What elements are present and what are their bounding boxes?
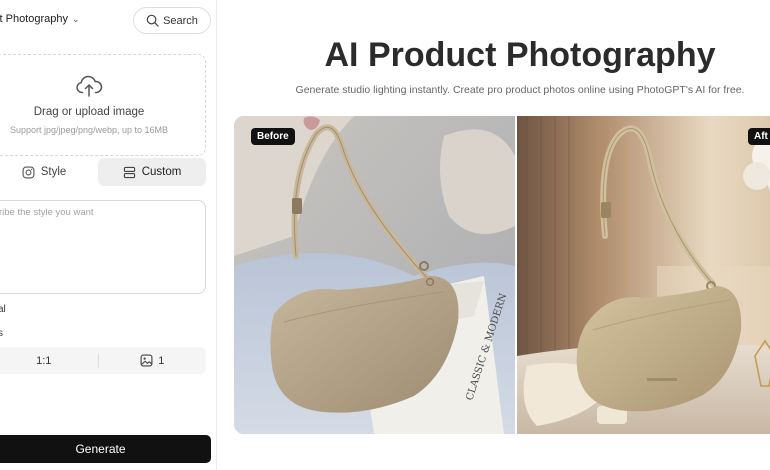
section-label-a: al	[0, 304, 6, 315]
upload-title: Drag or upload image	[33, 106, 145, 118]
tab-custom-label: Custom	[141, 166, 182, 178]
instagram-icon	[22, 166, 35, 178]
style-prompt-input[interactable]: ribe the style you want	[0, 200, 206, 294]
before-after-comparison[interactable]: CLASSIC & MODERN Before Aft	[234, 116, 770, 434]
cloud-upload-icon	[76, 75, 103, 97]
upload-dropzone[interactable]: Drag or upload image Support jpg/jpeg/pn…	[0, 54, 206, 156]
app-root: ct Photography ⌄ Search Drag or upload i…	[0, 0, 770, 470]
custom-layout-icon	[123, 166, 135, 178]
search-label: Search	[163, 14, 198, 27]
tab-style-label: Style	[40, 166, 67, 178]
output-options: 1:1 1	[0, 347, 206, 374]
image-count-selector[interactable]: 1	[99, 347, 207, 374]
after-badge: Aft	[748, 128, 770, 145]
main-content: AI Product Photography Generate studio l…	[218, 0, 770, 470]
chevron-down-icon: ⌄	[72, 13, 80, 24]
before-badge: Before	[251, 128, 295, 145]
image-count-value: 1	[158, 354, 165, 367]
style-tabs: Style Custom	[0, 158, 206, 186]
prompt-placeholder: ribe the style you want	[0, 207, 94, 218]
before-image: CLASSIC & MODERN	[234, 116, 515, 434]
search-icon	[146, 14, 159, 27]
left-panel: ct Photography ⌄ Search Drag or upload i…	[0, 0, 217, 470]
page-subtitle: Generate studio lighting instantly. Crea…	[295, 84, 745, 96]
aspect-ratio-value: 1:1	[36, 354, 52, 367]
tab-custom[interactable]: Custom	[98, 158, 206, 186]
generate-button[interactable]: Generate	[0, 435, 211, 463]
tool-select-dropdown[interactable]: ct Photography ⌄	[0, 13, 80, 25]
tab-style[interactable]: Style	[0, 158, 98, 186]
section-label-b: s	[0, 328, 3, 339]
search-button[interactable]: Search	[133, 7, 211, 34]
tool-select-label: ct Photography	[0, 13, 68, 25]
upload-subtitle: Support jpg/jpeg/png/webp, up to 16MB	[9, 125, 169, 135]
image-icon	[140, 354, 153, 367]
page-title: AI Product Photography	[324, 36, 716, 74]
after-image	[517, 116, 770, 434]
aspect-ratio-selector[interactable]: 1:1	[0, 347, 98, 374]
